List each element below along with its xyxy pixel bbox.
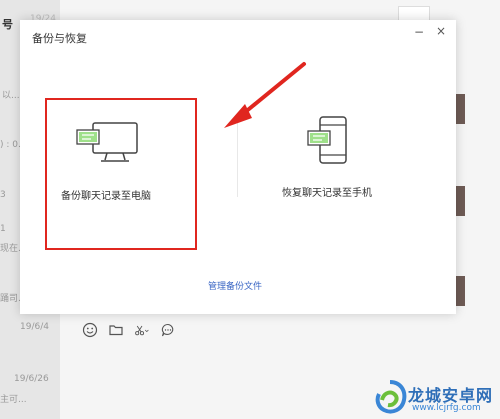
red-arrow-annotation — [224, 62, 306, 128]
watermark-logo: 龙城安卓网 www.lcjrfg.com — [370, 378, 500, 419]
logo-mark-icon — [375, 380, 407, 414]
watermark-url: www.lcjrfg.com — [412, 403, 481, 413]
